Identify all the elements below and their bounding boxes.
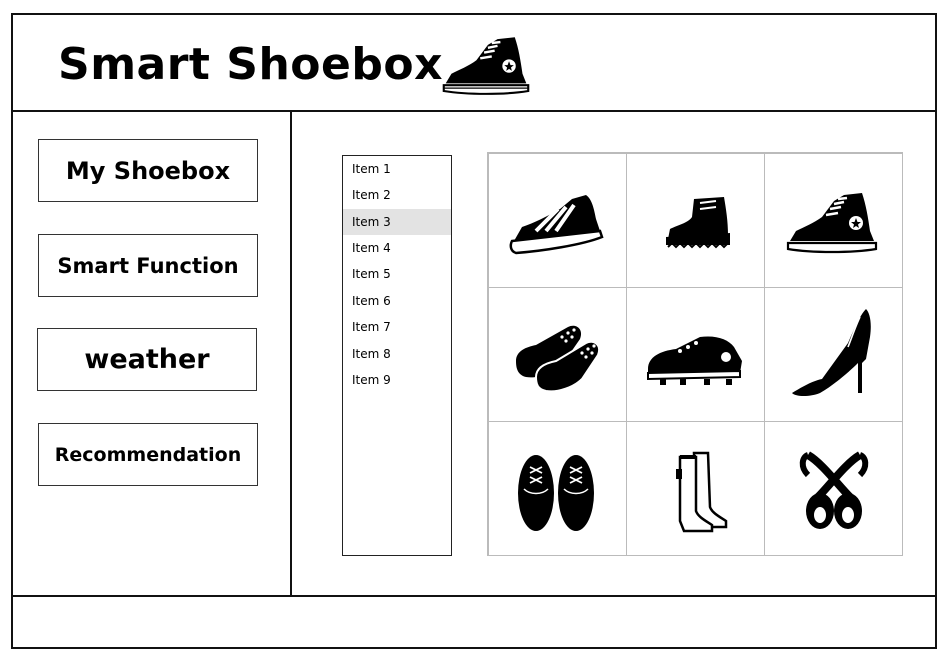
shoe-cell[interactable] [487, 152, 627, 288]
list-item[interactable]: Item 8 [343, 341, 451, 367]
list-item-selected[interactable]: Item 3 [343, 209, 451, 235]
list-item[interactable]: Item 7 [343, 314, 451, 340]
list-item[interactable]: Item 5 [343, 261, 451, 287]
shoe-cell[interactable] [487, 420, 627, 556]
rain-boots-icon [676, 451, 728, 533]
shoe-cell[interactable] [625, 420, 765, 556]
cleats-icon [647, 336, 742, 385]
high-top-sneaker-icon [786, 193, 878, 254]
high-top-sneaker-icon [442, 37, 530, 95]
list-item[interactable]: Item 6 [343, 288, 451, 314]
sidebar: My Shoebox Smart Function weather Recomm… [13, 112, 292, 595]
shoe-cell[interactable] [487, 286, 627, 422]
recommendation-label: Recommendation [54, 443, 242, 466]
shoe-cell[interactable] [625, 286, 765, 422]
app-window: Smart Shoebox My Shoebox Smart Function … [11, 13, 937, 649]
weather-label: weather [84, 344, 210, 375]
header: Smart Shoebox [13, 15, 935, 112]
ballet-flats-icon [799, 451, 869, 529]
smart-function-button[interactable]: Smart Function [38, 234, 258, 297]
list-item[interactable]: Item 2 [343, 182, 451, 208]
work-boot-icon [666, 197, 730, 249]
item-list[interactable]: Item 1 Item 2 Item 3 Item 4 Item 5 Item … [342, 155, 452, 556]
smart-function-label: Smart Function [57, 253, 239, 278]
shoe-cell[interactable] [763, 152, 903, 288]
list-item[interactable]: Item 4 [343, 235, 451, 261]
shoe-cell[interactable] [763, 420, 903, 556]
list-item[interactable]: Item 9 [343, 367, 451, 393]
slippers-icon [516, 325, 600, 393]
footer [13, 595, 935, 647]
my-shoebox-label: My Shoebox [65, 156, 231, 185]
shoe-cell[interactable] [625, 152, 765, 288]
recommendation-button[interactable]: Recommendation [38, 423, 258, 486]
list-item[interactable]: Item 1 [343, 156, 451, 182]
my-shoebox-button[interactable]: My Shoebox [38, 139, 258, 202]
app-title: Smart Shoebox [58, 39, 443, 90]
shoe-grid [487, 152, 903, 556]
weather-button[interactable]: weather [37, 328, 257, 391]
striped-sneaker-icon [509, 195, 604, 255]
dress-shoes-icon [518, 455, 594, 531]
shoe-cell[interactable] [763, 286, 903, 422]
high-heel-icon [792, 309, 871, 396]
